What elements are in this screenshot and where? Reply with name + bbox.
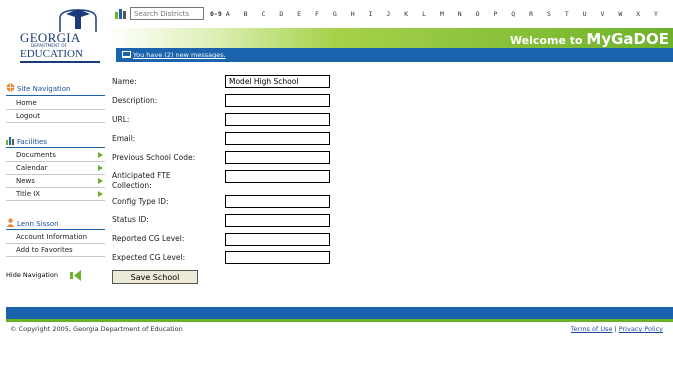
alpha-link[interactable]: E [297, 10, 315, 18]
alpha-link[interactable]: F [315, 10, 333, 18]
expected-cg-level-input[interactable] [225, 251, 330, 264]
user-name: Lenn Sisson [17, 220, 59, 228]
globe-icon [6, 83, 15, 92]
name-input[interactable] [225, 75, 330, 88]
facilities-heading: Facilities [6, 136, 47, 146]
hide-navigation-link[interactable]: Hide Navigation [6, 271, 58, 279]
save-school-button[interactable]: Save School [112, 270, 198, 284]
alpha-link[interactable]: 0-9 [210, 10, 226, 18]
description-input[interactable] [225, 94, 330, 107]
email-label: Email: [112, 134, 136, 143]
alpha-link[interactable]: Y [654, 10, 672, 18]
alpha-link[interactable]: L [422, 10, 440, 18]
alpha-link[interactable]: T [565, 10, 583, 18]
previous-school-code-input[interactable] [225, 151, 330, 164]
expected-cg-level-label: Expected CG Level: [112, 253, 186, 262]
alpha-link[interactable]: A [226, 10, 244, 18]
anticipated-fte-label-line1: Anticipated FTE [112, 171, 171, 180]
config-type-id-label: Config Type ID: [112, 197, 169, 206]
arrow-left-icon[interactable] [70, 270, 82, 281]
sidebar-item-label: Calendar [16, 164, 48, 172]
alpha-link[interactable]: V [601, 10, 619, 18]
previous-school-code-label: Previous School Code: [112, 153, 196, 162]
sidebar-item-news[interactable]: News [6, 175, 105, 188]
arrow-right-icon [98, 191, 103, 197]
envelope-icon [122, 51, 131, 58]
sidebar-item-account-information[interactable]: Account Information [6, 231, 105, 244]
terms-of-use-link[interactable]: Terms of Use [571, 325, 613, 333]
url-label: URL: [112, 115, 130, 124]
alpha-link[interactable]: W [618, 10, 636, 18]
divider [6, 147, 105, 148]
status-id-label: Status ID: [112, 215, 149, 224]
logo-underline [20, 61, 100, 63]
sidebar-item-add-to-favorites[interactable]: Add to Favorites [6, 244, 105, 257]
anticipated-fte-label-line2: Collection: [112, 181, 152, 190]
facilities-title: Facilities [17, 138, 47, 146]
alpha-link[interactable]: G [333, 10, 351, 18]
welcome-brand: MyGaDOE [586, 30, 669, 48]
footer-accent [6, 319, 673, 322]
arrow-right-icon [98, 165, 103, 171]
sidebar-item-title-ix[interactable]: Title IX [6, 188, 105, 201]
alpha-link[interactable]: S [547, 10, 565, 18]
sidebar-item-logout[interactable]: Logout [6, 110, 105, 123]
privacy-policy-link[interactable]: Privacy Policy [619, 325, 663, 333]
alpha-link[interactable]: B [244, 10, 262, 18]
welcome-text: Welcome to MyGaDOE [510, 30, 669, 48]
sidebar-item-label: News [16, 177, 35, 185]
site-navigation-title: Site Navigation [17, 85, 71, 93]
alpha-link[interactable]: C [261, 10, 279, 18]
alpha-link[interactable]: O [476, 10, 494, 18]
name-label: Name: [112, 77, 137, 86]
alpha-link[interactable]: D [279, 10, 297, 18]
messages-link[interactable]: You have (2) new messages. [133, 51, 226, 59]
bar-chart-icon [6, 137, 14, 145]
anticipated-fte-input[interactable] [225, 170, 330, 183]
alpha-index: 0-9 A B C D E F G H I J K L M N O P Q R … [210, 10, 672, 18]
alpha-link[interactable]: M [440, 10, 458, 18]
sidebar-item-home[interactable]: Home [6, 97, 105, 110]
alpha-link[interactable]: K [404, 10, 422, 18]
district-grid-icon[interactable] [115, 8, 127, 19]
site-navigation-heading: Site Navigation [6, 83, 70, 93]
alpha-link[interactable]: I [369, 10, 387, 18]
divider [6, 229, 105, 230]
sidebar-item-documents[interactable]: Documents [6, 149, 105, 162]
arrow-right-icon [98, 178, 103, 184]
alpha-link[interactable]: Q [511, 10, 529, 18]
alpha-link[interactable]: J [386, 10, 404, 18]
url-input[interactable] [225, 113, 330, 126]
sidebar-item-label: Documents [16, 151, 56, 159]
user-heading: Lenn Sisson [6, 218, 59, 228]
welcome-prefix: Welcome to [509, 34, 583, 47]
footer-bar [6, 307, 673, 319]
search-districts-input[interactable] [130, 7, 204, 20]
description-label: Description: [112, 96, 158, 105]
sidebar-item-label: Title IX [16, 190, 41, 198]
sidebar-item-calendar[interactable]: Calendar [6, 162, 105, 175]
copyright-text: © Copyright 2005, Georgia Department of … [10, 325, 183, 333]
gadoe-logo[interactable]: GEORGIA DEPARTMENT OF EDUCATION [6, 6, 106, 63]
reported-cg-level-label: Reported CG Level: [112, 234, 185, 243]
status-id-input[interactable] [225, 214, 330, 227]
user-icon [6, 218, 15, 227]
footer-links: Terms of Use | Privacy Policy [571, 325, 663, 333]
alpha-link[interactable]: H [351, 10, 369, 18]
alpha-link[interactable]: N [458, 10, 476, 18]
reported-cg-level-input[interactable] [225, 233, 330, 246]
arrow-right-icon [98, 152, 103, 158]
divider [6, 95, 105, 96]
alpha-link[interactable]: X [636, 10, 654, 18]
email-input[interactable] [225, 132, 330, 145]
config-type-id-input[interactable] [225, 195, 330, 208]
alpha-link[interactable]: P [493, 10, 511, 18]
alpha-link[interactable]: U [583, 10, 601, 18]
alpha-link[interactable]: R [529, 10, 547, 18]
logo-education: EDUCATION [20, 48, 83, 60]
